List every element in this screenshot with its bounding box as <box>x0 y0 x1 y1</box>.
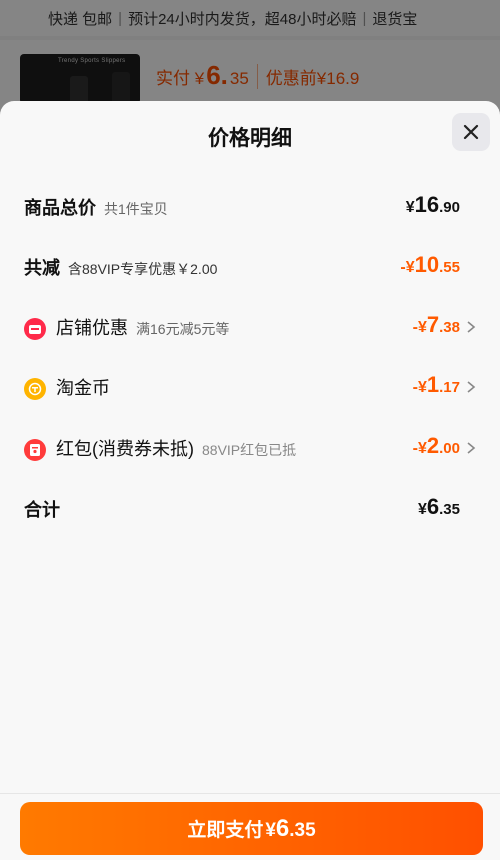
sum-label: 合计 <box>24 500 60 520</box>
chevron-right-icon <box>467 442 476 454</box>
coin-icon <box>24 378 46 400</box>
shop-discount-amount: -¥ 7 .38 <box>412 312 460 337</box>
close-icon <box>463 124 479 140</box>
shop-icon <box>24 318 46 340</box>
row-shop-discount[interactable]: 店铺优惠 满16元减5元等 -¥ 7 .38 <box>0 306 500 346</box>
goods-total-amount: ¥ 16 .90 <box>405 192 460 217</box>
taojinbi-label: 淘金币 <box>56 378 110 398</box>
red-packet-amount: -¥ 2 .00 <box>412 433 460 458</box>
row-taojinbi[interactable]: 淘金币 -¥ 1 .17 <box>0 366 500 406</box>
vip-red-packet-note: 88VIP红包已抵 <box>202 442 297 458</box>
row-goods-total: 商品总价 共1件宝贝 ¥ 16 .90 <box>0 186 500 226</box>
pay-now-button[interactable]: 立即支付 ¥ 6 .35 <box>20 802 483 855</box>
pay-amount: 6 <box>275 815 290 842</box>
row-sum: 合计 ¥ 6 .35 <box>0 488 500 528</box>
total-discount-amount: -¥ 10 .55 <box>400 252 460 277</box>
discount-label: 共减 <box>24 258 60 278</box>
footer-divider <box>0 793 500 794</box>
sum-amount: ¥ 6 .35 <box>417 494 460 519</box>
shop-discount-rule: 满16元减5元等 <box>136 321 230 337</box>
pay-button-label: 立即支付 <box>187 820 264 841</box>
goods-total-label: 商品总价 <box>24 198 96 218</box>
chevron-right-icon <box>467 381 476 393</box>
chevron-right-icon <box>467 321 476 333</box>
red-packet-icon <box>24 439 46 461</box>
row-total-discount: 共减 含88VIP专享优惠￥2.00 -¥ 10 .55 <box>0 246 500 286</box>
vip-discount-note: 含88VIP专享优惠￥2.00 <box>68 261 218 277</box>
goods-count: 共1件宝贝 <box>104 201 168 217</box>
sheet-title: 价格明细 <box>208 127 292 150</box>
taojinbi-amount: -¥ 1 .17 <box>412 372 460 397</box>
row-red-packet[interactable]: 红包(消费券未抵) 88VIP红包已抵 -¥ 2 .00 <box>0 427 500 467</box>
shop-discount-label: 店铺优惠 <box>56 318 128 338</box>
red-packet-label: 红包(消费券未抵) <box>56 439 194 459</box>
close-button[interactable] <box>452 113 490 151</box>
